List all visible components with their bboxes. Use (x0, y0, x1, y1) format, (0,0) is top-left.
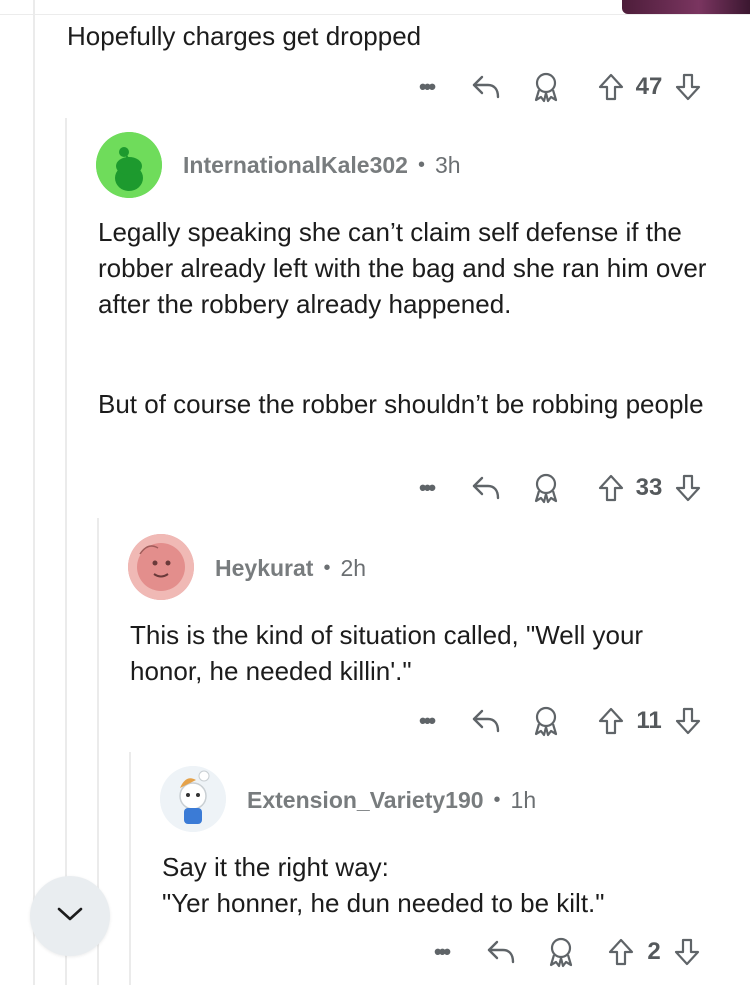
downvote-icon[interactable] (671, 934, 703, 970)
award-icon[interactable] (543, 934, 579, 970)
comment-actions: ••• 47 (400, 69, 730, 105)
avatar[interactable] (160, 766, 226, 832)
comment-meta: Extension_Variety190 • 1h (247, 782, 536, 818)
partial-image (622, 0, 750, 14)
timestamp: 2h (340, 554, 367, 581)
more-options-icon[interactable]: ••• (406, 69, 446, 105)
avatar[interactable] (128, 534, 194, 600)
comment-text: This is the kind of situation called, "W… (130, 620, 644, 686)
award-icon[interactable] (528, 69, 564, 105)
comment-actions: ••• 33 (400, 470, 730, 506)
comment-meta: Heykurat • 2h (215, 550, 366, 586)
award-icon[interactable] (528, 470, 564, 506)
vote-count: 11 (636, 707, 662, 734)
reply-icon[interactable] (483, 934, 519, 970)
thread-line[interactable] (33, 0, 35, 985)
comment-text: But of course the robber shouldn’t be ro… (98, 389, 704, 419)
thread-line[interactable] (129, 752, 131, 985)
comment-text: Say it the right way: "Yer honner, he du… (162, 852, 605, 918)
upvote-icon[interactable] (595, 470, 627, 506)
upvote-icon[interactable] (605, 934, 637, 970)
downvote-icon[interactable] (672, 69, 704, 105)
more-options-icon[interactable]: ••• (406, 703, 446, 739)
avatar[interactable] (96, 132, 162, 198)
comment-text: Legally speaking she can’t claim self de… (98, 217, 707, 319)
comment-text: Hopefully charges get dropped (67, 21, 422, 51)
comment-actions: ••• 11 (400, 703, 730, 739)
more-options-icon[interactable]: ••• (406, 470, 446, 506)
thread-line[interactable] (65, 118, 67, 985)
username[interactable]: InternationalKale302 (183, 152, 408, 179)
award-icon[interactable] (528, 703, 564, 739)
reply-icon[interactable] (468, 470, 504, 506)
comment-meta: InternationalKale302 • 3h (183, 147, 461, 183)
separator: • (493, 788, 501, 811)
upvote-icon[interactable] (595, 703, 627, 739)
chevron-down-icon (55, 904, 85, 929)
downvote-icon[interactable] (672, 703, 704, 739)
separator: • (417, 153, 425, 176)
timestamp: 1h (510, 786, 537, 813)
username[interactable]: Heykurat (215, 555, 313, 582)
reply-icon[interactable] (468, 69, 504, 105)
vote-count: 2 (647, 938, 661, 965)
downvote-icon[interactable] (672, 470, 704, 506)
username[interactable]: Extension_Variety190 (247, 787, 484, 814)
reply-icon[interactable] (468, 703, 504, 739)
vote-count: 47 (635, 73, 663, 100)
separator: • (323, 556, 331, 579)
timestamp: 3h (434, 151, 461, 178)
more-options-icon[interactable]: ••• (421, 934, 461, 970)
collapse-thread-button[interactable] (30, 876, 110, 956)
upvote-icon[interactable] (595, 69, 627, 105)
vote-count: 33 (635, 474, 663, 501)
comment-actions: ••• 2 (415, 934, 735, 970)
